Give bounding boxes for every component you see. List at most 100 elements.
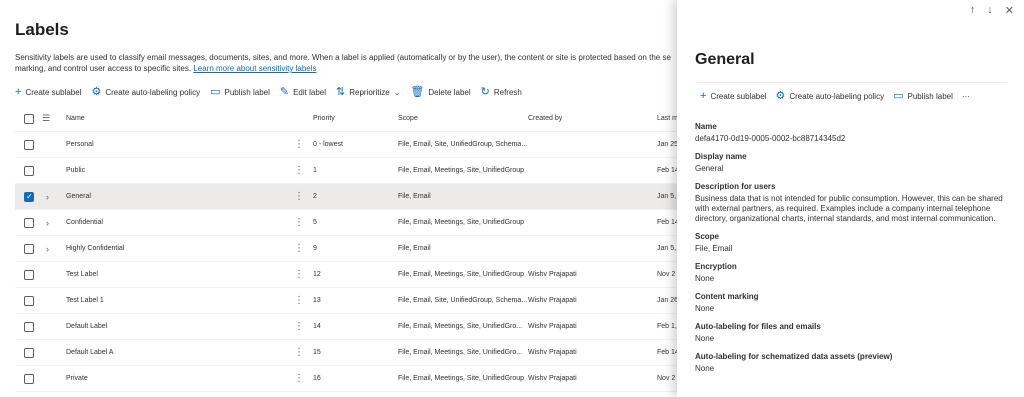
more-vertical-icon[interactable]: ⋮ <box>294 262 304 287</box>
row-name: Personal <box>66 141 94 148</box>
edit-label: Edit label <box>293 87 327 97</box>
panel-create-sublabel-label: Create sublabel <box>710 92 767 101</box>
chevron-right-icon[interactable]: › <box>46 184 49 209</box>
plus-icon: + <box>15 85 22 98</box>
row-checkbox[interactable] <box>24 374 34 384</box>
more-vertical-icon[interactable]: ⋮ <box>294 236 304 261</box>
field-content-marking: Content marking None <box>695 291 1013 314</box>
table-row[interactable]: › Confidential ⋮ 5 File, Email, Meetings, Si… <box>15 210 680 236</box>
refresh-icon: ↻ <box>480 85 490 98</box>
panel-create-sublabel-button[interactable]: + Create sublabel <box>700 91 766 102</box>
table-row[interactable]: Default Label ⋮ 14 File, Email, Meetings, S… <box>15 314 680 340</box>
row-checkbox[interactable] <box>24 244 34 254</box>
table-row[interactable]: Public ⋮ 1 File, Email, Meetings, Site, Uni… <box>15 158 680 184</box>
row-created-by <box>528 210 638 235</box>
row-priority: 9 <box>313 245 317 252</box>
field-content-marking-label: Content marking <box>695 292 759 301</box>
column-priority[interactable]: Priority <box>313 106 383 131</box>
description-line1: Sensitivity labels are used to classify … <box>15 53 671 62</box>
more-vertical-icon[interactable]: ⋮ <box>294 340 304 365</box>
page-title: Labels <box>15 20 69 39</box>
reprioritize-button[interactable]: ⇅ Reprioritize ⌄ <box>336 86 400 98</box>
create-sublabel-button[interactable]: + Create sublabel <box>15 85 82 98</box>
row-priority: 1 <box>313 167 317 174</box>
row-created-by <box>528 236 638 261</box>
list-icon: ☰ <box>42 113 51 123</box>
field-auto-schema-label: Auto-labeling for schematized data asset… <box>695 352 893 361</box>
field-display-name-value: General <box>695 164 724 173</box>
refresh-label: Refresh <box>493 87 522 97</box>
more-vertical-icon[interactable]: ⋮ <box>294 184 304 209</box>
table-row[interactable]: Test Label 1 ⋮ 13 File, Email, Site, Unifie… <box>15 288 680 314</box>
create-sublabel-label: Create sublabel <box>25 87 82 97</box>
learn-more-link[interactable]: Learn more about sensitivity labels <box>193 64 316 73</box>
chevron-right-icon[interactable]: › <box>46 236 49 261</box>
description-text: marking, and control user access to spec… <box>15 64 192 73</box>
page-description: Sensitivity labels are used to classify … <box>15 52 715 74</box>
table-row[interactable]: ›General⋮2File, EmailJan 5, <box>15 184 680 210</box>
panel-nav: ↑ ↓ ✕ <box>958 4 1014 17</box>
row-checkbox[interactable] <box>24 166 34 176</box>
row-checkbox[interactable] <box>24 140 34 150</box>
select-all-checkbox[interactable] <box>24 114 34 124</box>
trash-icon: 🗑 <box>410 85 425 98</box>
row-name: Private <box>66 375 88 382</box>
chevron-right-icon[interactable]: › <box>46 210 49 235</box>
more-vertical-icon[interactable]: ⋮ <box>294 158 304 183</box>
row-scope: File, Email, Site, UnifiedGroup, Schema.… <box>398 297 528 304</box>
close-icon[interactable]: ✕ <box>1005 4 1014 17</box>
more-vertical-icon[interactable]: ⋮ <box>294 366 304 391</box>
field-name-label: Name <box>695 122 717 131</box>
field-scope: Scope File, Email <box>695 231 1013 254</box>
row-scope: File, Email, Meetings, Site, UnifiedGrou… <box>398 219 525 226</box>
row-created-by <box>528 132 638 157</box>
field-description-label: Description for users <box>695 182 776 191</box>
more-vertical-icon[interactable]: ⋮ <box>294 132 304 157</box>
row-checkbox[interactable] <box>24 348 34 358</box>
table-row[interactable]: Private ⋮ 16 File, Email, Meetings, Site, U… <box>15 366 680 392</box>
column-created-by[interactable]: Created by <box>528 106 638 131</box>
row-checkbox[interactable] <box>24 270 34 280</box>
panel-publish-label: Publish label <box>907 92 953 101</box>
create-auto-labeling-button[interactable]: ⚙ Create auto-labeling policy <box>91 86 200 98</box>
table-row[interactable]: Test Label ⋮ 12 File, Email, Meetings, Site… <box>15 262 680 288</box>
delete-label: Delete label <box>428 87 471 97</box>
column-scope[interactable]: Scope <box>398 106 538 131</box>
publish-label-button[interactable]: ▭ Publish label <box>210 86 270 98</box>
row-scope: File, Email, Meetings, Site, UnifiedGro.… <box>398 349 523 356</box>
edit-label-button[interactable]: ✎ Edit label <box>280 86 327 98</box>
row-name: Default Label <box>66 323 108 330</box>
row-checkbox[interactable] <box>24 192 34 202</box>
panel-divider <box>695 82 1007 83</box>
refresh-button[interactable]: ↻ Refresh <box>480 85 522 98</box>
panel-publish-label-button[interactable]: ▭ Publish label <box>893 91 953 102</box>
table-row[interactable]: › Highly Confidential ⋮ 9 File, Email Jan 5, <box>15 236 680 262</box>
panel-create-auto-label: Create auto-labeling policy <box>789 92 885 101</box>
row-scope: File, Email, Meetings, Site, UnifiedGrou… <box>398 167 525 174</box>
field-auto-files-value: None <box>695 334 715 343</box>
row-checkbox[interactable] <box>24 322 34 332</box>
field-name: Name defa4170-0d19-0005-0002-bc88714345d… <box>695 121 1013 144</box>
field-description: Description for users Business data that… <box>695 181 1013 224</box>
row-created-by <box>528 184 638 209</box>
row-scope: File, Email, Meetings, Site, UnifiedGrou… <box>398 375 525 382</box>
delete-label-button[interactable]: 🗑 Delete label <box>410 85 471 98</box>
field-auto-labeling-schema: Auto-labeling for schematized data asset… <box>695 351 1013 374</box>
row-name: Default Label A <box>66 349 114 356</box>
row-checkbox[interactable] <box>24 296 34 306</box>
row-checkbox[interactable] <box>24 218 34 228</box>
row-name: Highly Confidential <box>66 245 125 252</box>
panel-create-auto-labeling-button[interactable]: ⚙ Create auto-labeling policy <box>775 91 884 102</box>
more-vertical-icon[interactable]: ⋮ <box>294 288 304 313</box>
field-display-name: Display name General <box>695 151 1013 174</box>
table-row[interactable]: Personal ⋮ 0 - lowest File, Email, Site, Un… <box>15 132 680 158</box>
more-vertical-icon[interactable]: ⋮ <box>294 210 304 235</box>
row-name: Test Label 1 <box>66 297 104 304</box>
more-options-button[interactable]: ··· <box>962 92 970 101</box>
more-vertical-icon[interactable]: ⋮ <box>294 314 304 339</box>
arrow-up-icon[interactable]: ↑ <box>970 4 976 17</box>
publish-label: Publish label <box>224 87 270 97</box>
table-row[interactable]: Default Label A ⋮ 15 File, Email, Meetings,… <box>15 340 680 366</box>
arrow-down-icon[interactable]: ↓ <box>987 4 993 17</box>
column-name[interactable]: Name <box>66 106 266 131</box>
